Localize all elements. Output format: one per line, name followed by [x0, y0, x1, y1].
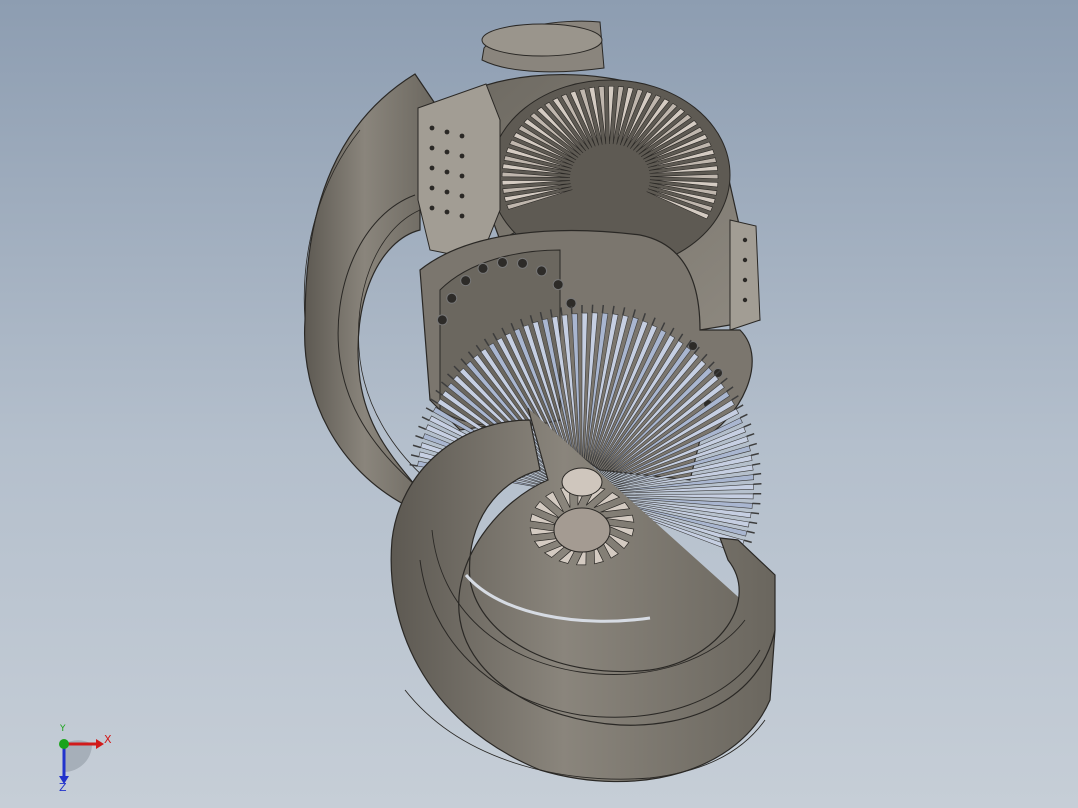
combustor-hole	[742, 257, 748, 263]
bolt	[446, 292, 458, 304]
fan-blade-tip	[746, 530, 755, 534]
fan-blade-tip	[753, 472, 762, 476]
fan-blade-tip	[743, 539, 752, 544]
y-axis-label: Y	[60, 724, 66, 734]
combustor-hole	[429, 145, 435, 151]
fan-blade-tip	[601, 304, 605, 314]
bolt	[536, 265, 548, 277]
fan-blade-tip	[409, 463, 418, 467]
combustor-hole	[459, 133, 465, 139]
bolt	[552, 279, 564, 291]
fan-blade-tip	[750, 452, 759, 457]
combustor-hole	[742, 237, 748, 243]
combustor-hole	[459, 173, 465, 179]
fan-blade-tip	[750, 512, 760, 515]
fan-blade-tip	[743, 423, 752, 428]
combustor-hole	[444, 129, 450, 135]
coordinate-triad: X Y Z	[40, 722, 130, 802]
bolt	[496, 256, 508, 268]
fan-blade-tip	[418, 425, 427, 431]
z-axis-label: Z	[59, 781, 67, 794]
combustor-hole	[459, 153, 465, 159]
bolt	[517, 257, 529, 269]
combustor-hole	[429, 165, 435, 171]
fan-blade-tip	[739, 413, 748, 419]
fan-blade-tip	[412, 444, 421, 449]
combustor-hole	[459, 213, 465, 219]
exhaust-nozzle	[481, 20, 605, 73]
graphics-viewport[interactable]: X Y Z	[0, 0, 1078, 808]
fan-blade-tip	[415, 434, 424, 440]
fan-blade-tip	[748, 442, 757, 447]
fan-blade-tip	[425, 407, 434, 413]
fan-blade-tip	[421, 416, 430, 422]
fan-blade-tip	[752, 462, 761, 466]
fan-blade-tip	[410, 454, 419, 458]
combustor-hole	[459, 193, 465, 199]
triad-graphic	[59, 739, 104, 784]
bolt	[460, 275, 472, 287]
combustor-hole	[429, 205, 435, 211]
combustor-hole	[742, 297, 748, 303]
x-axis-label: X	[104, 733, 112, 746]
combustor-hole	[444, 209, 450, 215]
combustor-hole	[429, 125, 435, 131]
bolt	[436, 314, 448, 326]
combustor-hole	[444, 169, 450, 175]
fan-blade-tip	[746, 432, 755, 438]
combustor-hole	[429, 185, 435, 191]
combustor-hole	[444, 189, 450, 195]
fan-blade-tip	[749, 521, 758, 525]
combustor-hole	[742, 277, 748, 283]
fan-blade-tip	[753, 482, 762, 485]
combustor-hole	[444, 149, 450, 155]
y-axis-dot	[59, 739, 69, 749]
bolt	[477, 262, 489, 274]
turbofan-engine-model[interactable]	[0, 0, 1078, 808]
x-axis-arrowhead	[96, 739, 104, 749]
fan-blade-tip	[560, 307, 563, 316]
